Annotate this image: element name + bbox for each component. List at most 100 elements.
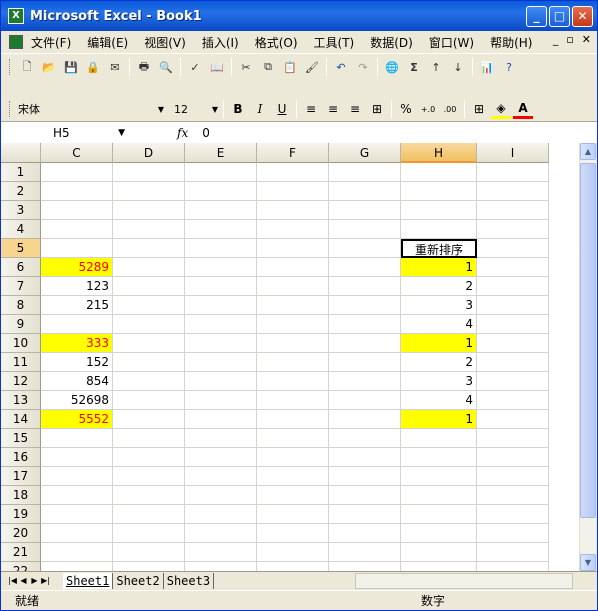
scroll-up-button[interactable]: ▲	[580, 143, 596, 160]
cell-h19[interactable]	[401, 505, 477, 524]
cell-c18[interactable]	[41, 486, 113, 505]
cell-c13[interactable]: 52698	[41, 391, 113, 410]
row-header-16[interactable]: 16	[1, 448, 41, 467]
cell-i2[interactable]	[477, 182, 549, 201]
sort-descending-icon[interactable]: ↓	[448, 57, 468, 77]
row-header-18[interactable]: 18	[1, 486, 41, 505]
cell-c5[interactable]	[41, 239, 113, 258]
cell-g16[interactable]	[329, 448, 401, 467]
sort-ascending-icon[interactable]: ↑	[426, 57, 446, 77]
row-header-21[interactable]: 21	[1, 543, 41, 562]
cell-h9[interactable]: 4	[401, 315, 477, 334]
cell-d18[interactable]	[113, 486, 185, 505]
cell-i22[interactable]	[477, 562, 549, 571]
format-painter-icon[interactable]: 🖌	[302, 57, 322, 77]
cell-c19[interactable]	[41, 505, 113, 524]
column-header-h[interactable]: H	[401, 143, 477, 163]
cell-h14[interactable]: 1	[401, 410, 477, 429]
row-header-2[interactable]: 2	[1, 182, 41, 201]
cell-c20[interactable]	[41, 524, 113, 543]
cell-f7[interactable]	[257, 277, 329, 296]
cell-c12[interactable]: 854	[41, 372, 113, 391]
font-size-combo[interactable]: 12 ▼	[172, 100, 220, 118]
underline-button[interactable]: U	[272, 99, 292, 119]
row-header-12[interactable]: 12	[1, 372, 41, 391]
doc-minimize-button[interactable]: _	[553, 33, 559, 46]
decrease-decimal-icon[interactable]: .00	[440, 99, 460, 119]
cell-i17[interactable]	[477, 467, 549, 486]
cell-d15[interactable]	[113, 429, 185, 448]
cell-e19[interactable]	[185, 505, 257, 524]
cell-i5[interactable]	[477, 239, 549, 258]
row-header-10[interactable]: 10	[1, 334, 41, 353]
cell-i18[interactable]	[477, 486, 549, 505]
cell-f1[interactable]	[257, 163, 329, 182]
cell-i21[interactable]	[477, 543, 549, 562]
cell-e4[interactable]	[185, 220, 257, 239]
italic-button[interactable]: I	[250, 99, 270, 119]
cell-e21[interactable]	[185, 543, 257, 562]
column-header-g[interactable]: G	[329, 143, 401, 163]
cell-g6[interactable]	[329, 258, 401, 277]
cell-i1[interactable]	[477, 163, 549, 182]
cell-g20[interactable]	[329, 524, 401, 543]
cell-c4[interactable]	[41, 220, 113, 239]
cell-e12[interactable]	[185, 372, 257, 391]
cell-f12[interactable]	[257, 372, 329, 391]
cell-h6[interactable]: 1	[401, 258, 477, 277]
save-icon[interactable]: 💾	[61, 57, 81, 77]
first-sheet-icon[interactable]: |◀	[7, 576, 18, 585]
cell-e2[interactable]	[185, 182, 257, 201]
cell-g5[interactable]	[329, 239, 401, 258]
cell-g11[interactable]	[329, 353, 401, 372]
undo-icon[interactable]: ↶	[331, 57, 351, 77]
minimize-button[interactable]: _	[526, 6, 547, 27]
cell-f17[interactable]	[257, 467, 329, 486]
cell-i19[interactable]	[477, 505, 549, 524]
cell-c16[interactable]	[41, 448, 113, 467]
research-icon[interactable]: 📖	[207, 57, 227, 77]
vertical-scrollbar[interactable]: ▲ ▼	[579, 143, 596, 571]
menu-edit[interactable]: 编辑(E)	[79, 34, 136, 51]
column-header-d[interactable]: D	[113, 143, 185, 163]
row-header-14[interactable]: 14	[1, 410, 41, 429]
hyperlink-icon[interactable]: 🌐	[382, 57, 402, 77]
cell-f13[interactable]	[257, 391, 329, 410]
cell-h3[interactable]	[401, 201, 477, 220]
select-all-corner[interactable]	[1, 143, 41, 163]
cell-i16[interactable]	[477, 448, 549, 467]
cell-e9[interactable]	[185, 315, 257, 334]
name-box[interactable]: H5 ▼	[1, 123, 131, 143]
cell-g8[interactable]	[329, 296, 401, 315]
menu-file[interactable]: 文件(F)	[23, 34, 79, 51]
cell-e3[interactable]	[185, 201, 257, 220]
cell-h20[interactable]	[401, 524, 477, 543]
cell-c1[interactable]	[41, 163, 113, 182]
cell-g10[interactable]	[329, 334, 401, 353]
column-header-i[interactable]: I	[477, 143, 549, 163]
chevron-down-icon[interactable]: ▼	[118, 128, 125, 138]
cell-d1[interactable]	[113, 163, 185, 182]
cell-e22[interactable]	[185, 562, 257, 571]
cell-d16[interactable]	[113, 448, 185, 467]
row-header-6[interactable]: 6	[1, 258, 41, 277]
cell-d4[interactable]	[113, 220, 185, 239]
cell-f20[interactable]	[257, 524, 329, 543]
cell-c17[interactable]	[41, 467, 113, 486]
borders-icon[interactable]: ⊞	[469, 99, 489, 119]
cell-g22[interactable]	[329, 562, 401, 571]
open-icon[interactable]: 📂	[39, 57, 59, 77]
cell-f5[interactable]	[257, 239, 329, 258]
cell-f10[interactable]	[257, 334, 329, 353]
column-header-f[interactable]: F	[257, 143, 329, 163]
paste-icon[interactable]: 📋	[280, 57, 300, 77]
cell-g12[interactable]	[329, 372, 401, 391]
cell-c3[interactable]	[41, 201, 113, 220]
cell-c10[interactable]: 333	[41, 334, 113, 353]
row-header-4[interactable]: 4	[1, 220, 41, 239]
cell-h16[interactable]	[401, 448, 477, 467]
cell-i11[interactable]	[477, 353, 549, 372]
cell-d17[interactable]	[113, 467, 185, 486]
cell-h4[interactable]	[401, 220, 477, 239]
cell-d3[interactable]	[113, 201, 185, 220]
